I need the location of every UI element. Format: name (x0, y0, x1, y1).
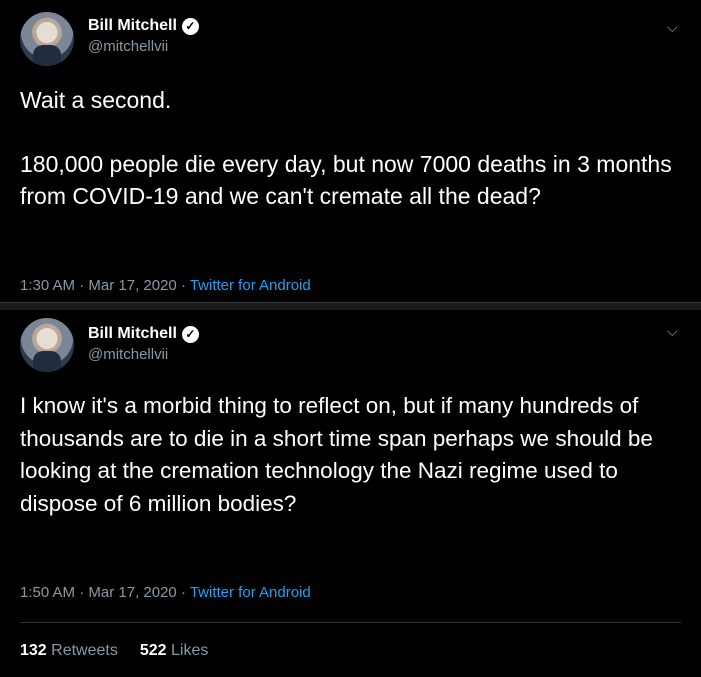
avatar[interactable] (20, 12, 74, 66)
verified-badge-icon: ✓ (181, 325, 199, 343)
tweet-text: I know it's a morbid thing to reflect on… (20, 393, 660, 516)
author-block: Bill Mitchell ✓ @mitchellvii (88, 16, 199, 57)
chevron-down-icon[interactable]: ⌵ (667, 324, 681, 338)
retweets-label: Retweets (51, 642, 118, 659)
tweet-time[interactable]: 1:50 AM (20, 584, 75, 601)
tweet-1: Bill Mitchell ✓ @mitchellvii ⌵ Wait a se… (0, 0, 701, 302)
display-name-text[interactable]: Bill Mitchell (88, 16, 177, 36)
retweets-stat[interactable]: 132 Retweets (20, 642, 118, 659)
tweet-source-link[interactable]: Twitter for Android (190, 584, 311, 601)
retweets-count: 132 (20, 642, 47, 659)
likes-label: Likes (171, 642, 209, 659)
display-name[interactable]: Bill Mitchell ✓ (88, 16, 199, 36)
meta-separator: · (176, 277, 190, 294)
display-name-text[interactable]: Bill Mitchell (88, 324, 177, 344)
tweet-meta: 1:50 AM · Mar 17, 2020 · Twitter for And… (20, 584, 311, 601)
avatar[interactable] (20, 318, 74, 372)
chevron-down-icon[interactable]: ⌵ (667, 20, 681, 34)
tweet-text: Wait a second. 180,000 people die every … (20, 87, 672, 209)
meta-separator: · (75, 277, 89, 294)
tweet-time[interactable]: 1:30 AM (20, 277, 75, 294)
likes-stat[interactable]: 522 Likes (140, 642, 209, 659)
tweet-divider (0, 302, 701, 310)
meta-separator: · (75, 584, 89, 601)
likes-count: 522 (139, 642, 167, 659)
author-block: Bill Mitchell ✓ @mitchellvii (88, 324, 199, 365)
tweet-meta: 1:30 AM · Mar 17, 2020 · Twitter for And… (20, 277, 311, 294)
tweet-2: Bill Mitchell ✓ @mitchellvii ⌵ I know it… (0, 310, 701, 677)
tweet-stats: 132 Retweets 522 Likes (20, 642, 208, 660)
tweet-date[interactable]: Mar 17, 2020 (88, 584, 176, 601)
handle[interactable]: @mitchellvii (88, 37, 199, 57)
tweet-source-link[interactable]: Twitter for Android (190, 277, 311, 294)
display-name[interactable]: Bill Mitchell ✓ (88, 324, 199, 344)
verified-badge-icon: ✓ (181, 17, 199, 35)
handle[interactable]: @mitchellvii (88, 345, 199, 365)
stats-divider (20, 622, 681, 623)
tweet-date[interactable]: Mar 17, 2020 (88, 277, 176, 294)
meta-separator: · (176, 584, 190, 601)
